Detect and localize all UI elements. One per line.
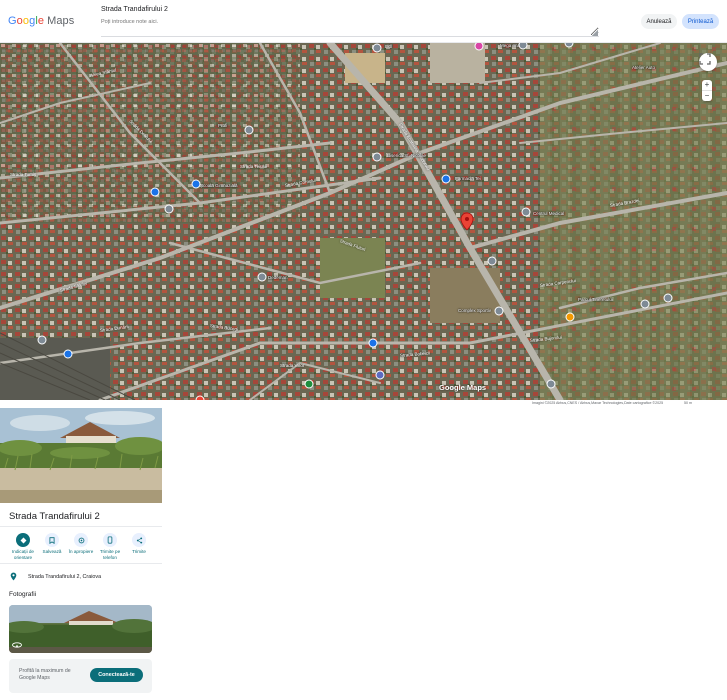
save-button[interactable]: Salvează: [36, 533, 68, 555]
poi-label[interactable]: Mega Image: [500, 43, 525, 48]
directions-icon: [20, 537, 26, 543]
action-bar: Indicații de orientare Salvează În apropi…: [0, 526, 162, 560]
action-label: telefon: [103, 554, 117, 560]
phone-icon: [107, 536, 113, 544]
satellite-imagery: [0, 43, 727, 400]
poi-label[interactable]: Complex Sportiv: [458, 308, 491, 313]
street-view-thumbnail: [9, 605, 152, 653]
signin-promo-text: Profită la maximum de Google Maps: [19, 668, 71, 681]
address-row[interactable]: Strada Trandafirului 2, Craiova: [0, 563, 162, 583]
send-to-phone-button[interactable]: Trimite pe telefon: [94, 533, 126, 560]
poi-label[interactable]: Școala Gimnazială: [200, 183, 238, 188]
share-button[interactable]: Trimite: [123, 533, 155, 555]
google-maps-logo: Google Maps: [8, 15, 75, 27]
bookmark-icon: [49, 536, 55, 544]
street-view-photo[interactable]: [9, 605, 152, 653]
poi-label[interactable]: Profi: [218, 123, 227, 128]
share-icon: [136, 536, 142, 544]
action-label: orientare: [13, 554, 33, 560]
zoom-control: + −: [702, 80, 712, 101]
print-title[interactable]: Strada Trandafirului 2: [101, 6, 301, 13]
signin-button[interactable]: Conectează-te: [90, 668, 143, 682]
place-hero-photo[interactable]: [0, 408, 162, 503]
action-label: Trimite pe: [99, 549, 121, 554]
poi-label[interactable]: Atelier Auto: [632, 65, 655, 70]
location-icon: [10, 572, 17, 581]
address-text: Strada Trandafirului 2, Craiova: [28, 574, 102, 580]
nearby-button[interactable]: În apropiere: [65, 533, 97, 555]
house-photo: [0, 408, 162, 503]
google-maps-watermark: Google Maps: [439, 383, 487, 392]
cancel-button[interactable]: Anulează: [641, 14, 677, 29]
nearby-icon: [78, 537, 84, 543]
street-label: Strada Tomis: [10, 172, 37, 177]
poi-label[interactable]: Lidl: [385, 44, 392, 49]
street-label: Strada Viilor: [280, 363, 305, 368]
map-attribution: Imagini ©2025 Airbus,CNES / Airbus,Maxar…: [532, 401, 664, 405]
satellite-map[interactable]: Strada Tomis Aleea Sfântul Strada Ecater…: [0, 43, 727, 400]
action-label: În apropiere: [68, 549, 94, 554]
poi-label[interactable]: Biserica Sf. Nicolae: [387, 153, 426, 158]
notes-textarea[interactable]: [101, 17, 599, 37]
print-button[interactable]: Printează: [682, 14, 719, 29]
fullscreen-button[interactable]: [699, 53, 717, 71]
zoom-out-button[interactable]: −: [702, 91, 712, 101]
top-bar: GoogleMaps Strada Trandafirului 2 Anulea…: [0, 0, 727, 43]
zoom-in-button[interactable]: +: [702, 80, 712, 90]
map-scale: 50 m: [684, 401, 692, 405]
place-title: Strada Trandafirului 2: [9, 511, 100, 522]
resize-grip-icon[interactable]: [592, 30, 598, 36]
action-label: Salvează: [42, 549, 62, 554]
action-label: Indicații de: [12, 549, 34, 554]
poi-label[interactable]: Centrul Medical: [533, 211, 564, 216]
poi-label[interactable]: Dedeman: [268, 275, 288, 280]
fullscreen-icon: [699, 53, 711, 65]
action-label: Trimite: [132, 549, 146, 554]
poi-label[interactable]: Parcul Tineretului: [578, 297, 613, 302]
photos-heading: Fotografii: [9, 591, 37, 598]
signin-promo: Profită la maximum de Google Maps Conect…: [9, 659, 152, 693]
directions-button[interactable]: Indicații de orientare: [7, 533, 39, 560]
place-panel: Strada Trandafirului 2 Indicații de orien…: [0, 408, 162, 693]
poi-label[interactable]: Farmacia Tei: [455, 176, 481, 181]
street-label: Strada Teiului: [240, 164, 268, 169]
